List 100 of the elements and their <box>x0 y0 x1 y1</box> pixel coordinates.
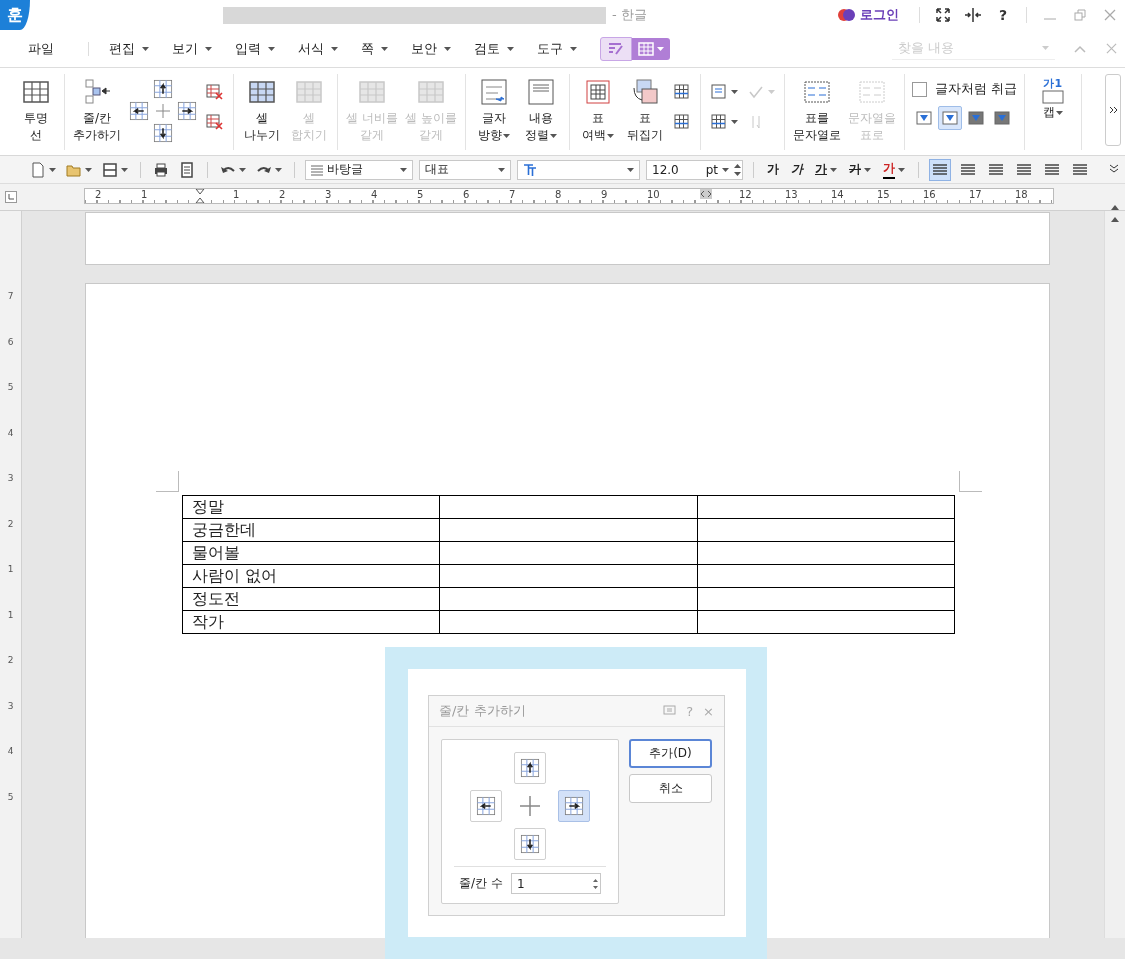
caret-icon <box>830 167 837 172</box>
menu-item[interactable]: 검토 <box>473 39 514 58</box>
count-field[interactable]: 1 <box>510 873 601 894</box>
paragraph-style-icon <box>311 163 323 176</box>
ribbon-label: 셀 너비를 <box>346 110 398 127</box>
ribbon-label: 문자열을 <box>847 110 896 127</box>
char-format-button[interactable]: 가 <box>764 159 782 180</box>
caret-icon <box>767 90 775 94</box>
caret-icon <box>49 167 56 172</box>
insert-below-icon <box>152 122 174 144</box>
ribbon-button[interactable]: 글자 방향 <box>472 74 515 150</box>
caret-icon <box>380 46 388 51</box>
ruler-number: 3 <box>324 189 333 200</box>
insert-cell-icon <box>563 795 585 817</box>
ribbon-label: 뒤집기 <box>626 127 663 144</box>
ribbon-small-button[interactable] <box>204 82 226 102</box>
font-dropdown[interactable] <box>517 159 640 180</box>
printer-icon <box>153 161 169 178</box>
menu-item[interactable]: 파일 <box>28 39 54 58</box>
menu-item[interactable]: 편집 <box>108 39 149 58</box>
ribbon-label: 투명 <box>24 110 48 127</box>
ruler-number: 1 <box>232 189 241 200</box>
checkbox[interactable] <box>911 81 927 97</box>
margin-marker-icon[interactable] <box>700 189 712 199</box>
char-format-button[interactable]: 가 <box>788 159 806 180</box>
double-chevron-icon <box>1108 106 1118 114</box>
ruler-number: 5 <box>7 382 14 392</box>
caret-icon <box>569 46 577 51</box>
split-view-icon[interactable] <box>965 8 981 22</box>
align-button[interactable] <box>929 158 951 181</box>
ruler-number: 16 <box>922 189 937 200</box>
char-format-button[interactable]: 가 <box>880 158 908 181</box>
ribbon-button[interactable]: 표 뒤집기 <box>623 74 666 150</box>
caret-icon <box>627 167 634 172</box>
table-cell: 물어볼 <box>182 541 440 565</box>
page-icon <box>179 161 195 178</box>
ribbon-button[interactable]: 표 여백 <box>576 74 619 150</box>
dialog-button[interactable]: 취소 <box>629 774 712 803</box>
ribbon-label: 추가하기 <box>73 127 121 144</box>
insert-cell-icon <box>83 78 111 106</box>
ribbon-label: 문자열로 <box>792 127 841 144</box>
fullscreen-icon[interactable] <box>936 8 950 22</box>
direction-button[interactable] <box>514 752 546 784</box>
mode-tab[interactable] <box>599 36 632 61</box>
dialog-button[interactable]: 추가(D) <box>629 739 712 768</box>
ruler-number: 14 <box>830 189 845 200</box>
caret-icon <box>330 46 338 51</box>
text-wrap-icon <box>993 111 1010 125</box>
caret-icon <box>722 167 729 172</box>
ruler-number: 4 <box>370 189 379 200</box>
direction-button[interactable] <box>470 790 502 822</box>
ruler-number: 7 <box>7 291 14 301</box>
style-dropdown[interactable]: 바탕글 <box>305 159 413 180</box>
menu-item[interactable]: 쪽 <box>360 39 388 58</box>
login-link[interactable]: 로그인 <box>860 6 899 24</box>
caret-icon <box>400 167 407 172</box>
ruler-number: 1 <box>7 609 14 620</box>
direction-button[interactable] <box>514 828 546 860</box>
ruler-corner-icon[interactable] <box>5 191 17 203</box>
double-chevron-down-icon[interactable] <box>1109 163 1119 174</box>
plus-icon <box>156 104 170 118</box>
menu-item[interactable]: 도구 <box>536 39 577 58</box>
ruler-number: 7 <box>508 189 517 200</box>
ruler-number: 10 <box>646 189 661 200</box>
direction-button[interactable] <box>558 790 590 822</box>
ribbon-button[interactable]: 셀 나누기 <box>241 74 283 150</box>
indent-marker-icon[interactable] <box>195 189 205 203</box>
language-dropdown[interactable]: 대표 <box>419 159 511 180</box>
char-format-button[interactable]: 가 <box>812 159 840 180</box>
insert-above-icon <box>152 78 174 100</box>
menu-item[interactable]: 입력 <box>234 39 275 58</box>
caret-icon <box>239 167 246 172</box>
caption-frame-icon <box>1041 90 1064 104</box>
ruler-number: 4 <box>7 746 14 756</box>
ribbon-button[interactable]: 표를 문자열로 <box>791 74 842 150</box>
ribbon-label: 글자 <box>481 110 506 127</box>
ruler-number: 15 <box>876 189 891 200</box>
help-button[interactable]: ? <box>988 7 1018 23</box>
ribbon-button[interactable]: 내용 정렬 <box>519 74 562 150</box>
menu-item[interactable]: 보안 <box>410 39 451 58</box>
ribbon-button[interactable]: 줄/칸 추가하기 <box>72 74 122 150</box>
table-cell: 정말 <box>182 495 440 519</box>
ribbon-label: 줄/칸 <box>82 110 111 127</box>
menu-item[interactable]: 서식 <box>297 39 338 58</box>
font-size-field[interactable]: 12.0 pt <box>646 159 743 180</box>
ribbon-button[interactable]: 투명 선 <box>15 74 57 150</box>
ribbon-button[interactable]: 가1 캡 <box>1031 74 1074 150</box>
wrap-option-button[interactable] <box>937 106 962 130</box>
ribbon-small-button[interactable] <box>204 112 226 132</box>
truetype-font-icon <box>523 163 537 176</box>
caret-icon <box>1041 46 1049 50</box>
caret-icon <box>443 46 451 51</box>
mode-tab[interactable] <box>631 37 670 60</box>
ribbon-label: 셀 높이를 <box>404 110 457 127</box>
grid-icon <box>295 78 323 106</box>
char-format-button[interactable]: 가 <box>846 159 874 180</box>
menu-item[interactable]: 보기 <box>171 39 212 58</box>
ruler-number: 3 <box>7 700 14 711</box>
ribbon-label: 정렬 <box>524 127 549 144</box>
caret-icon <box>864 167 871 172</box>
